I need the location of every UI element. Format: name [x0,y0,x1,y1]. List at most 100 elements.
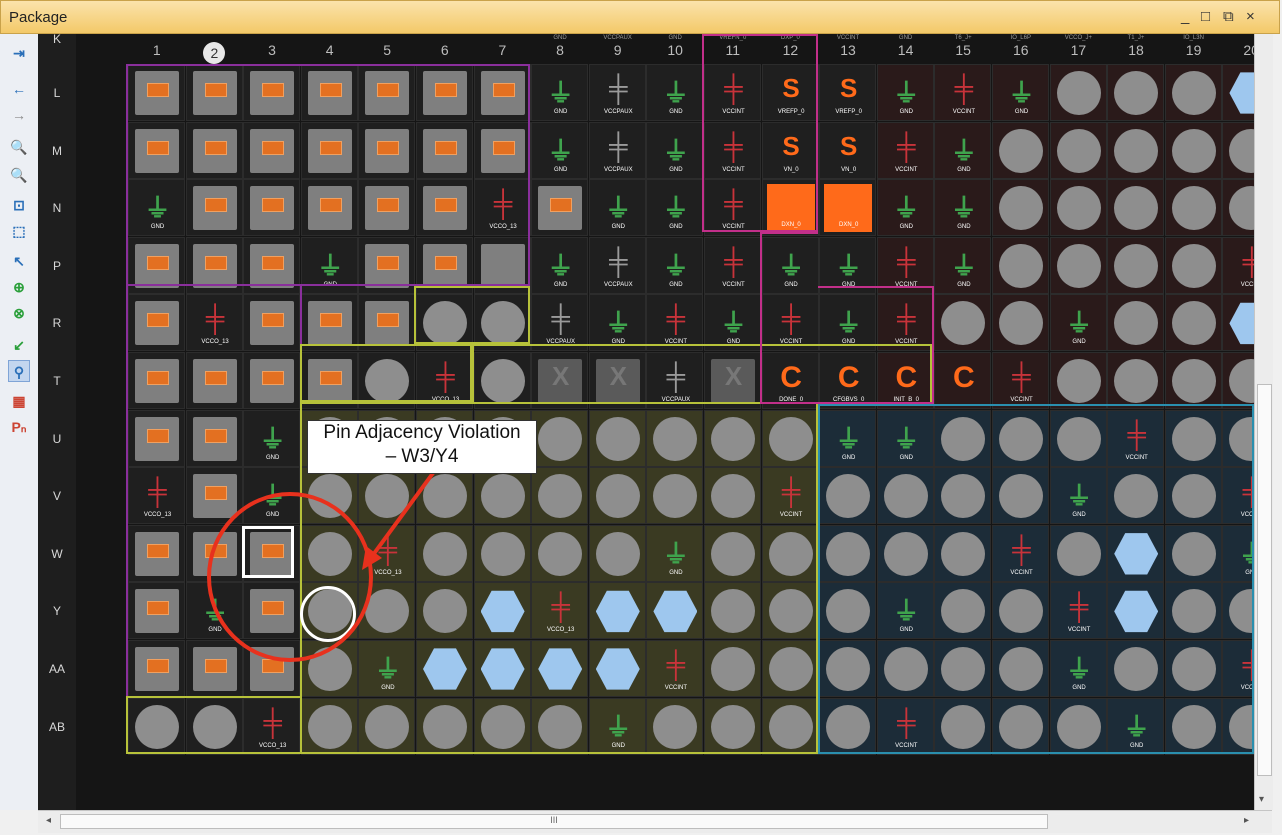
pin-l15[interactable]: ╪ VCCINT [934,64,992,121]
pin-r5[interactable] [358,294,416,352]
pin-p4[interactable]: ⏚ GND [300,236,358,294]
pin-ab5[interactable] [358,697,416,755]
pin-l13[interactable]: S VREFP_0 [819,64,877,121]
pin-v19[interactable] [1164,467,1222,525]
pin-y12[interactable] [761,582,819,640]
pin-m12[interactable]: S VN_0 [761,121,819,179]
pin-m2[interactable] [185,121,243,179]
pin-p2[interactable] [185,236,243,294]
pin-y19[interactable] [1164,582,1222,640]
pin-r19[interactable] [1164,294,1222,352]
pin-v14[interactable] [876,467,934,525]
pin-y16[interactable] [992,582,1049,640]
pin-y10[interactable] [646,582,704,640]
pin-aa13[interactable] [819,640,877,697]
pin-p19[interactable] [1164,236,1222,294]
pin-r3[interactable] [243,294,301,352]
pin-u10[interactable] [646,409,704,467]
pin-v1[interactable]: ╪ VCCO_13 [128,467,185,525]
pin-n14[interactable]: ⏚ GND [876,179,934,237]
pin-t19[interactable] [1164,352,1222,409]
pin-l18[interactable] [1107,64,1165,121]
pin-n5[interactable] [358,179,416,237]
pin-u18[interactable]: ╪ VCCINT [1107,409,1165,467]
pin-m6[interactable] [416,121,473,179]
pin-u3[interactable]: ⏚ GND [243,409,301,467]
pin-t14[interactable]: C INIT_B_0 [876,352,934,409]
pin-u15[interactable] [934,409,992,467]
pin-t2[interactable] [185,352,243,409]
pin-m19[interactable] [1164,121,1222,179]
pin-t7[interactable] [473,352,531,409]
pin-m10[interactable]: ⏚ GND [646,121,704,179]
pin-y8[interactable]: ╪ VCCO_13 [531,582,589,640]
pin-p9[interactable]: ╪ VCCPAUX [588,236,646,294]
pin-r9[interactable]: ⏚ GND [588,294,646,352]
restore-button[interactable]: ⧉ [1223,8,1234,25]
pin-m16[interactable] [992,121,1049,179]
pin-ab11[interactable] [704,697,761,755]
pin-t11[interactable]: X [704,352,761,409]
pin-aa15[interactable] [934,640,992,697]
pin-aa7[interactable] [473,640,531,697]
pin-l7[interactable] [473,64,531,121]
pin-aa5[interactable]: ⏚ GND [358,640,416,697]
pin-r14[interactable]: ╪ VCCINT [876,294,934,352]
pin-y7[interactable] [473,582,531,640]
pin-ab15[interactable] [934,697,992,755]
pin-p7[interactable] [473,236,531,294]
pin-aa16[interactable] [992,640,1049,697]
pin-ab12[interactable] [761,697,819,755]
pin-p17[interactable] [1049,236,1107,294]
pin-y11[interactable] [704,582,761,640]
pin-r13[interactable]: ⏚ GND [819,294,877,352]
pin-t3[interactable] [243,352,301,409]
pin-y14[interactable]: ⏚ GND [876,582,934,640]
pin-aa9[interactable] [588,640,646,697]
pin-l5[interactable] [358,64,416,121]
pin-t18[interactable] [1107,352,1165,409]
pin-l14[interactable]: ⏚ GND [876,64,934,121]
pin-l9[interactable]: ╪ VCCPAUX [588,64,646,121]
pin-v20[interactable]: ╪ VCCINT [1222,467,1254,525]
pin-p5[interactable] [358,236,416,294]
pin-u20[interactable] [1222,409,1254,467]
pin-v16[interactable] [992,467,1049,525]
pin-w11[interactable] [704,524,761,582]
pin-m15[interactable]: ⏚ GND [934,121,992,179]
pin-n15[interactable]: ⏚ GND [934,179,992,237]
pin-m20[interactable] [1222,121,1254,179]
pin-l20[interactable] [1222,64,1254,121]
pin-p16[interactable] [992,236,1049,294]
pin-v8[interactable] [531,467,589,525]
pin-m9[interactable]: ╪ VCCPAUX [588,121,646,179]
package-view[interactable]: 1 2 3 4 5 6 7 GND 8 VCCPAUX 9 GND 10 VREFN_0 11 DXP_0 12… [76,34,1254,810]
pin-ab4[interactable] [300,697,358,755]
pin-v17[interactable]: ⏚ GND [1049,467,1107,525]
pin-aa20[interactable]: ╪ VCCINT [1222,640,1254,697]
pin-m8[interactable]: ⏚ GND [531,121,589,179]
pin-aa14[interactable] [876,640,934,697]
zoom-in-icon[interactable]: 🔍 [8,136,30,158]
pin-y6[interactable] [416,582,473,640]
pin-m7[interactable] [473,121,531,179]
pin-y9[interactable] [588,582,646,640]
pin-r12[interactable]: ╪ VCCINT [761,294,819,352]
pin-t13[interactable]: C CFGBVS_0 [819,352,877,409]
pin-t16[interactable]: ╪ VCCINT [992,352,1049,409]
pin-n12[interactable]: DXN_0 [761,179,819,237]
pin-r11[interactable]: ⏚ GND [704,294,761,352]
pin-n9[interactable]: ⏚ GND [588,179,646,237]
pin-r6[interactable] [416,294,473,352]
pin-u14[interactable]: ⏚ GND [876,409,934,467]
pin-p3[interactable] [243,236,301,294]
pin-m3[interactable] [243,121,301,179]
pin-n7[interactable]: ╪ VCCO_13 [473,179,531,237]
pin-ab18[interactable]: ⏚ GND [1107,697,1165,755]
back-arrow-icon[interactable]: ← [8,78,30,100]
pin-r10[interactable]: ╪ VCCINT [646,294,704,352]
pin-v11[interactable] [704,467,761,525]
pin-w13[interactable] [819,524,877,582]
pin-l11[interactable]: ╪ VCCINT [704,64,761,121]
pin-ab3[interactable]: ╪ VCCO_13 [243,697,301,755]
